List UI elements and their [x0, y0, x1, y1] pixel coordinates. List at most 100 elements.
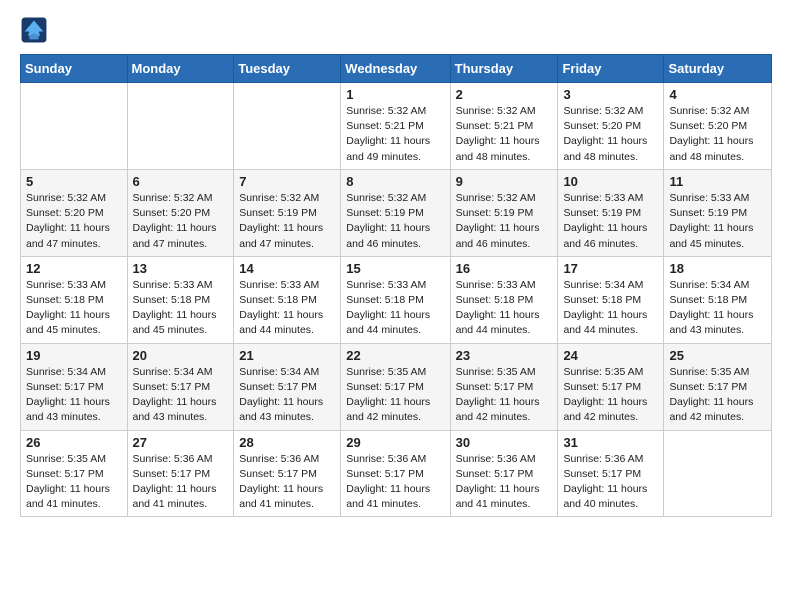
day-info: Sunrise: 5:33 AM Sunset: 5:19 PM Dayligh… — [563, 191, 658, 252]
day-number: 13 — [133, 261, 229, 276]
day-info: Sunrise: 5:36 AM Sunset: 5:17 PM Dayligh… — [563, 452, 658, 513]
day-number: 20 — [133, 348, 229, 363]
calendar-cell: 17Sunrise: 5:34 AM Sunset: 5:18 PM Dayli… — [558, 256, 664, 343]
calendar-cell: 19 Sunrise: 5:34 AM Sunset: 5:17 PM Dayli… — [21, 343, 128, 430]
day-info: Sunrise: 5:32 AM Sunset: 5:20 PM Dayligh… — [669, 104, 766, 165]
day-info: Sunrise: 5:32 AM Sunset: 5:19 PM Dayligh… — [239, 191, 335, 252]
calendar-day-header: Friday — [558, 55, 664, 83]
calendar-cell: 4 Sunrise: 5:32 AM Sunset: 5:20 PM Daylig… — [664, 83, 772, 170]
calendar-day-header: Saturday — [664, 55, 772, 83]
day-number: 23 — [456, 348, 553, 363]
day-info: Sunrise: 5:35 AM Sunset: 5:17 PM Dayligh… — [563, 365, 658, 426]
day-info: Sunrise: 5:34 AM Sunset: 5:17 PM Dayligh… — [26, 365, 122, 426]
day-number: 7 — [239, 174, 335, 189]
day-info: Sunrise: 5:33 AM Sunset: 5:18 PM Dayligh… — [456, 278, 553, 339]
day-number: 15 — [346, 261, 444, 276]
calendar-day-header: Wednesday — [341, 55, 450, 83]
day-number: 9 — [456, 174, 553, 189]
logo-icon — [20, 16, 48, 44]
day-number: 11 — [669, 174, 766, 189]
day-info: Sunrise: 5:35 AM Sunset: 5:17 PM Dayligh… — [26, 452, 122, 513]
day-number: 3 — [563, 87, 658, 102]
day-number: 14 — [239, 261, 335, 276]
calendar-cell: 29 Sunrise: 5:36 AM Sunset: 5:17 PM Dayli… — [341, 430, 450, 517]
day-info: Sunrise: 5:35 AM Sunset: 5:17 PM Dayligh… — [456, 365, 553, 426]
calendar-cell: 12 Sunrise: 5:33 AM Sunset: 5:18 PM Dayli… — [21, 256, 128, 343]
day-number: 5 — [26, 174, 122, 189]
day-number: 10 — [563, 174, 658, 189]
calendar-cell: 26 Sunrise: 5:35 AM Sunset: 5:17 PM Dayli… — [21, 430, 128, 517]
calendar-day-header: Tuesday — [234, 55, 341, 83]
calendar-header-row: SundayMondayTuesdayWednesdayThursdayFrid… — [21, 55, 772, 83]
day-number: 17 — [563, 261, 658, 276]
calendar-cell: 5Sunrise: 5:32 AM Sunset: 5:20 PM Daylig… — [21, 169, 128, 256]
calendar-cell — [234, 83, 341, 170]
day-number: 25 — [669, 348, 766, 363]
calendar: SundayMondayTuesdayWednesdayThursdayFrid… — [20, 54, 772, 517]
day-info: Sunrise: 5:34 AM Sunset: 5:17 PM Dayligh… — [133, 365, 229, 426]
calendar-cell: 24Sunrise: 5:35 AM Sunset: 5:17 PM Dayli… — [558, 343, 664, 430]
calendar-cell: 30 Sunrise: 5:36 AM Sunset: 5:17 PM Dayli… — [450, 430, 558, 517]
day-info: Sunrise: 5:35 AM Sunset: 5:17 PM Dayligh… — [669, 365, 766, 426]
calendar-cell — [664, 430, 772, 517]
day-info: Sunrise: 5:35 AM Sunset: 5:17 PM Dayligh… — [346, 365, 444, 426]
day-number: 8 — [346, 174, 444, 189]
calendar-cell: 14 Sunrise: 5:33 AM Sunset: 5:18 PM Dayli… — [234, 256, 341, 343]
day-number: 12 — [26, 261, 122, 276]
calendar-cell: 31 Sunrise: 5:36 AM Sunset: 5:17 PM Dayli… — [558, 430, 664, 517]
day-number: 31 — [563, 435, 658, 450]
day-info: Sunrise: 5:36 AM Sunset: 5:17 PM Dayligh… — [239, 452, 335, 513]
calendar-cell: 6 Sunrise: 5:32 AM Sunset: 5:20 PM Daylig… — [127, 169, 234, 256]
day-number: 6 — [133, 174, 229, 189]
day-number: 26 — [26, 435, 122, 450]
calendar-cell: 21 Sunrise: 5:34 AM Sunset: 5:17 PM Dayli… — [234, 343, 341, 430]
calendar-cell: 16 Sunrise: 5:33 AM Sunset: 5:18 PM Dayli… — [450, 256, 558, 343]
calendar-cell: 15 Sunrise: 5:33 AM Sunset: 5:18 PM Dayli… — [341, 256, 450, 343]
day-number: 4 — [669, 87, 766, 102]
day-info: Sunrise: 5:32 AM Sunset: 5:21 PM Dayligh… — [456, 104, 553, 165]
day-number: 18 — [669, 261, 766, 276]
day-info: Sunrise: 5:33 AM Sunset: 5:18 PM Dayligh… — [26, 278, 122, 339]
calendar-cell: 25 Sunrise: 5:35 AM Sunset: 5:17 PM Dayli… — [664, 343, 772, 430]
calendar-cell: 10 Sunrise: 5:33 AM Sunset: 5:19 PM Dayli… — [558, 169, 664, 256]
calendar-cell: 7 Sunrise: 5:32 AM Sunset: 5:19 PM Daylig… — [234, 169, 341, 256]
day-info: Sunrise: 5:34 AM Sunset: 5:17 PM Dayligh… — [239, 365, 335, 426]
day-number: 22 — [346, 348, 444, 363]
day-number: 29 — [346, 435, 444, 450]
calendar-cell — [21, 83, 128, 170]
day-info: Sunrise: 5:32 AM Sunset: 5:20 PM Dayligh… — [133, 191, 229, 252]
day-info: Sunrise: 5:32 AM Sunset: 5:19 PM Dayligh… — [456, 191, 553, 252]
calendar-cell: 27Sunrise: 5:36 AM Sunset: 5:17 PM Dayli… — [127, 430, 234, 517]
calendar-cell: 20 Sunrise: 5:34 AM Sunset: 5:17 PM Dayli… — [127, 343, 234, 430]
calendar-day-header: Sunday — [21, 55, 128, 83]
calendar-cell — [127, 83, 234, 170]
calendar-day-header: Monday — [127, 55, 234, 83]
calendar-cell: 23 Sunrise: 5:35 AM Sunset: 5:17 PM Dayli… — [450, 343, 558, 430]
day-number: 2 — [456, 87, 553, 102]
calendar-cell: 28Sunrise: 5:36 AM Sunset: 5:17 PM Dayli… — [234, 430, 341, 517]
calendar-cell: 3Sunrise: 5:32 AM Sunset: 5:20 PM Daylig… — [558, 83, 664, 170]
calendar-cell: 22 Sunrise: 5:35 AM Sunset: 5:17 PM Dayli… — [341, 343, 450, 430]
day-info: Sunrise: 5:33 AM Sunset: 5:18 PM Dayligh… — [239, 278, 335, 339]
day-number: 16 — [456, 261, 553, 276]
day-info: Sunrise: 5:33 AM Sunset: 5:18 PM Dayligh… — [133, 278, 229, 339]
logo — [20, 16, 50, 44]
day-number: 21 — [239, 348, 335, 363]
calendar-cell: 18Sunrise: 5:34 AM Sunset: 5:18 PM Dayli… — [664, 256, 772, 343]
day-info: Sunrise: 5:36 AM Sunset: 5:17 PM Dayligh… — [346, 452, 444, 513]
calendar-week-row: 5 Sunrise: 5:32 AM Sunset: 5:20 PM Daylig… — [21, 169, 772, 256]
day-info: Sunrise: 5:36 AM Sunset: 5:17 PM Dayligh… — [456, 452, 553, 513]
page: SundayMondayTuesdayWednesdayThursdayFrid… — [0, 0, 792, 533]
calendar-week-row: 1Sunrise: 5:32 AM Sunset: 5:21 PM Daylig… — [21, 83, 772, 170]
day-info: Sunrise: 5:36 AM Sunset: 5:17 PM Dayligh… — [133, 452, 229, 513]
calendar-day-header: Thursday — [450, 55, 558, 83]
header — [20, 16, 772, 44]
calendar-week-row: 19 Sunrise: 5:34 AM Sunset: 5:17 PM Dayli… — [21, 343, 772, 430]
day-info: Sunrise: 5:33 AM Sunset: 5:18 PM Dayligh… — [346, 278, 444, 339]
calendar-cell: 1Sunrise: 5:32 AM Sunset: 5:21 PM Daylig… — [341, 83, 450, 170]
day-number: 19 — [26, 348, 122, 363]
calendar-cell: 8Sunrise: 5:32 AM Sunset: 5:19 PM Daylig… — [341, 169, 450, 256]
day-number: 30 — [456, 435, 553, 450]
calendar-cell: 9 Sunrise: 5:32 AM Sunset: 5:19 PM Daylig… — [450, 169, 558, 256]
calendar-week-row: 12 Sunrise: 5:33 AM Sunset: 5:18 PM Dayli… — [21, 256, 772, 343]
